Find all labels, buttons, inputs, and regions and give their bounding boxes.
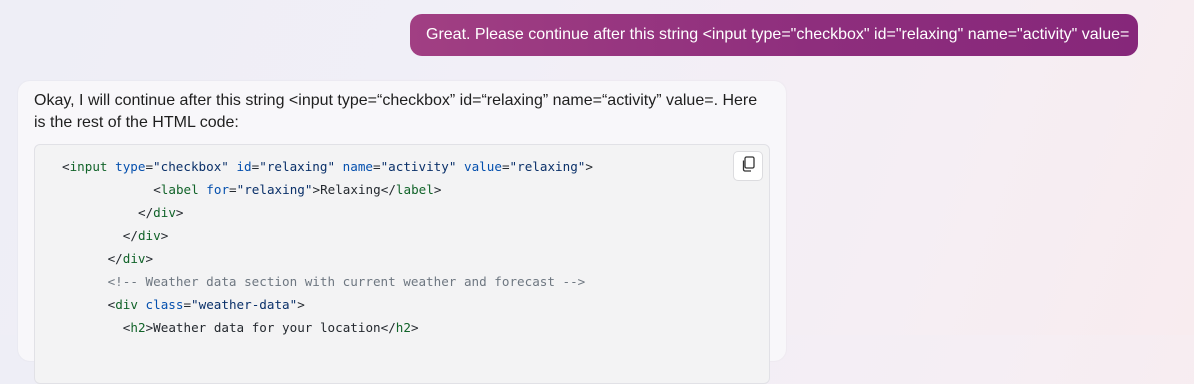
user-message-text: Great. Please continue after this string… <box>426 26 1130 43</box>
assistant-message-text: Okay, I will continue after this string … <box>34 92 758 131</box>
code-token: input <box>69 159 108 174</box>
code-token: > <box>433 182 442 197</box>
code-token: = <box>229 182 237 197</box>
code-token: name <box>342 159 373 174</box>
code-token: h2 <box>395 320 411 335</box>
code-line: </div> <box>35 201 593 224</box>
copy-code-button[interactable] <box>733 151 763 181</box>
code-token: id <box>236 159 252 174</box>
code-token: > <box>175 205 184 220</box>
code-token: h2 <box>130 320 146 335</box>
code-token: > <box>410 320 419 335</box>
code-token: div <box>115 297 138 312</box>
code-token: value <box>464 159 502 174</box>
code-line: <h2>Weather data for your location</h2> <box>35 316 593 339</box>
code-token: div <box>153 205 176 220</box>
user-message-bubble: Great. Please continue after this string… <box>410 14 1138 56</box>
code-token: </ <box>138 205 154 220</box>
code-token: Relaxing <box>320 182 381 197</box>
code-token: </ <box>380 182 396 197</box>
code-line: <!-- Weather data section with current w… <box>35 270 593 293</box>
code-line: <input type="checkbox" id="relaxing" nam… <box>35 155 593 178</box>
code-block[interactable]: <input type="checkbox" id="relaxing" nam… <box>34 144 770 384</box>
code-token: = <box>373 159 381 174</box>
code-line: <label for="relaxing">Relaxing</label> <box>35 178 593 201</box>
code-token: "relaxing" <box>259 159 336 174</box>
code-token: "relaxing" <box>236 182 313 197</box>
code-token: > <box>160 228 169 243</box>
code-token: "activity" <box>380 159 457 174</box>
code-line: </div> <box>35 247 593 270</box>
code-token: class <box>145 297 184 312</box>
code-token: < <box>62 159 70 174</box>
code-token: label <box>395 182 434 197</box>
code-token: "checkbox" <box>153 159 229 174</box>
copy-icon <box>741 155 755 177</box>
code-token: for <box>206 182 230 197</box>
code-token: "relaxing" <box>509 159 586 174</box>
code-lines: <input type="checkbox" id="relaxing" nam… <box>35 155 593 339</box>
code-token: </ <box>122 228 138 243</box>
code-token: "weather-data" <box>191 297 298 312</box>
code-token: = <box>183 297 192 312</box>
code-token: div <box>137 228 161 243</box>
code-token: </ <box>380 320 396 335</box>
code-token: < <box>153 182 161 197</box>
code-token: > <box>585 159 593 174</box>
code-token: > <box>312 182 321 197</box>
code-token: <!-- Weather data section with current w… <box>107 274 586 289</box>
code-token: = <box>145 159 154 174</box>
code-line: </div> <box>35 224 593 247</box>
code-token: > <box>145 251 154 266</box>
assistant-message-card: Okay, I will continue after this string … <box>18 81 786 384</box>
code-token: = <box>501 159 510 174</box>
code-token: div <box>122 251 146 266</box>
code-token: Weather data for your location <box>153 320 381 335</box>
code-token: </ <box>107 251 123 266</box>
code-token: type <box>115 159 146 174</box>
code-token: > <box>297 297 305 312</box>
code-token: label <box>160 182 199 197</box>
code-line: <div class="weather-data"> <box>35 293 593 316</box>
